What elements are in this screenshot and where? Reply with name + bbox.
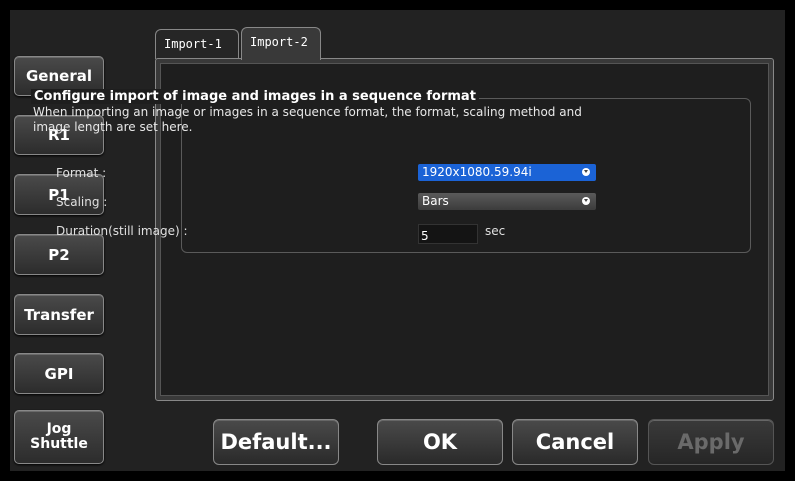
group-title: Configure import of image and images in … — [31, 89, 479, 104]
duration-unit: sec — [485, 224, 506, 238]
scaling-label: Scaling : — [56, 195, 108, 209]
default-button[interactable]: Default... — [213, 419, 339, 465]
sidebar-item-p2[interactable]: P2 — [14, 234, 104, 275]
chevron-down-icon — [582, 197, 590, 205]
cancel-button[interactable]: Cancel — [512, 419, 638, 465]
duration-input[interactable]: 5 — [418, 224, 478, 244]
sidebar-item-jog-shuttle[interactable]: Jog Shuttle — [14, 410, 104, 464]
scaling-dropdown[interactable]: Bars — [418, 193, 596, 210]
tab-import-1[interactable]: Import-1 — [155, 29, 239, 59]
duration-label: Duration(still image) : — [56, 224, 188, 238]
sidebar-item-gpi[interactable]: GPI — [14, 353, 104, 394]
format-label: Format : — [56, 166, 107, 180]
tab-import-2[interactable]: Import-2 — [241, 27, 321, 60]
ok-button[interactable]: OK — [377, 419, 503, 465]
group-description: When importing an image or images in a s… — [33, 105, 582, 134]
apply-button: Apply — [648, 419, 774, 465]
scaling-value: Bars — [422, 194, 449, 208]
sidebar-item-transfer[interactable]: Transfer — [14, 294, 104, 335]
chevron-down-icon — [582, 168, 590, 176]
format-dropdown[interactable]: 1920x1080.59.94i — [418, 164, 596, 181]
format-value: 1920x1080.59.94i — [422, 165, 532, 179]
